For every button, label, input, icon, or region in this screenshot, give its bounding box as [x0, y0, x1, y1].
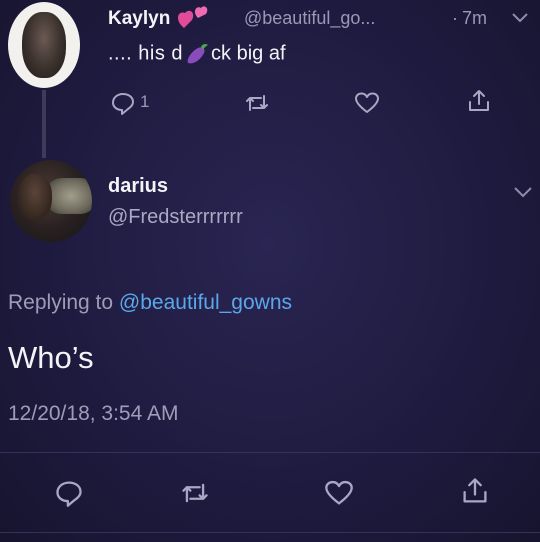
tweet-time: 7m	[462, 8, 488, 28]
author-handle[interactable]: @Fredsterrrrrrr	[108, 206, 243, 229]
like-icon[interactable]	[354, 90, 380, 116]
reply-icon[interactable]	[54, 478, 84, 508]
replying-prefix: Replying to	[8, 291, 114, 314]
author-name[interactable]: Kaylyn	[108, 8, 170, 30]
replying-to: Replying to @beautiful_gowns	[8, 291, 292, 315]
reply-count: 1	[140, 92, 150, 111]
tweet-text: .... his d ck big af	[108, 41, 286, 67]
divider	[0, 532, 540, 533]
share-icon[interactable]	[460, 476, 490, 506]
retweet-icon[interactable]	[244, 90, 270, 116]
eggplant-emoji	[187, 43, 209, 64]
tweet-text-end: ck big af	[211, 42, 286, 65]
two-hearts-emoji	[177, 6, 208, 28]
avatar-kaylyn[interactable]	[8, 2, 80, 88]
author-handle[interactable]: @beautiful_go...	[244, 8, 375, 29]
tweet-text: Who’s	[8, 340, 94, 375]
thread-line	[42, 90, 46, 158]
replying-to-link[interactable]: @beautiful_gowns	[119, 291, 292, 314]
chevron-down-icon[interactable]	[512, 184, 534, 200]
tweet-timestamp: 12/20/18, 3:54 AM	[8, 402, 179, 425]
retweet-icon[interactable]	[180, 478, 210, 508]
chevron-down-icon[interactable]	[510, 10, 530, 24]
reply-icon[interactable]	[110, 90, 136, 116]
separator-dot: ·	[452, 8, 458, 28]
divider	[0, 452, 540, 453]
avatar-darius[interactable]	[10, 160, 92, 242]
share-icon[interactable]	[466, 88, 492, 114]
tweet-text-start: .... his d	[108, 42, 184, 65]
like-icon[interactable]	[324, 478, 354, 508]
author-name[interactable]: darius	[108, 175, 168, 198]
